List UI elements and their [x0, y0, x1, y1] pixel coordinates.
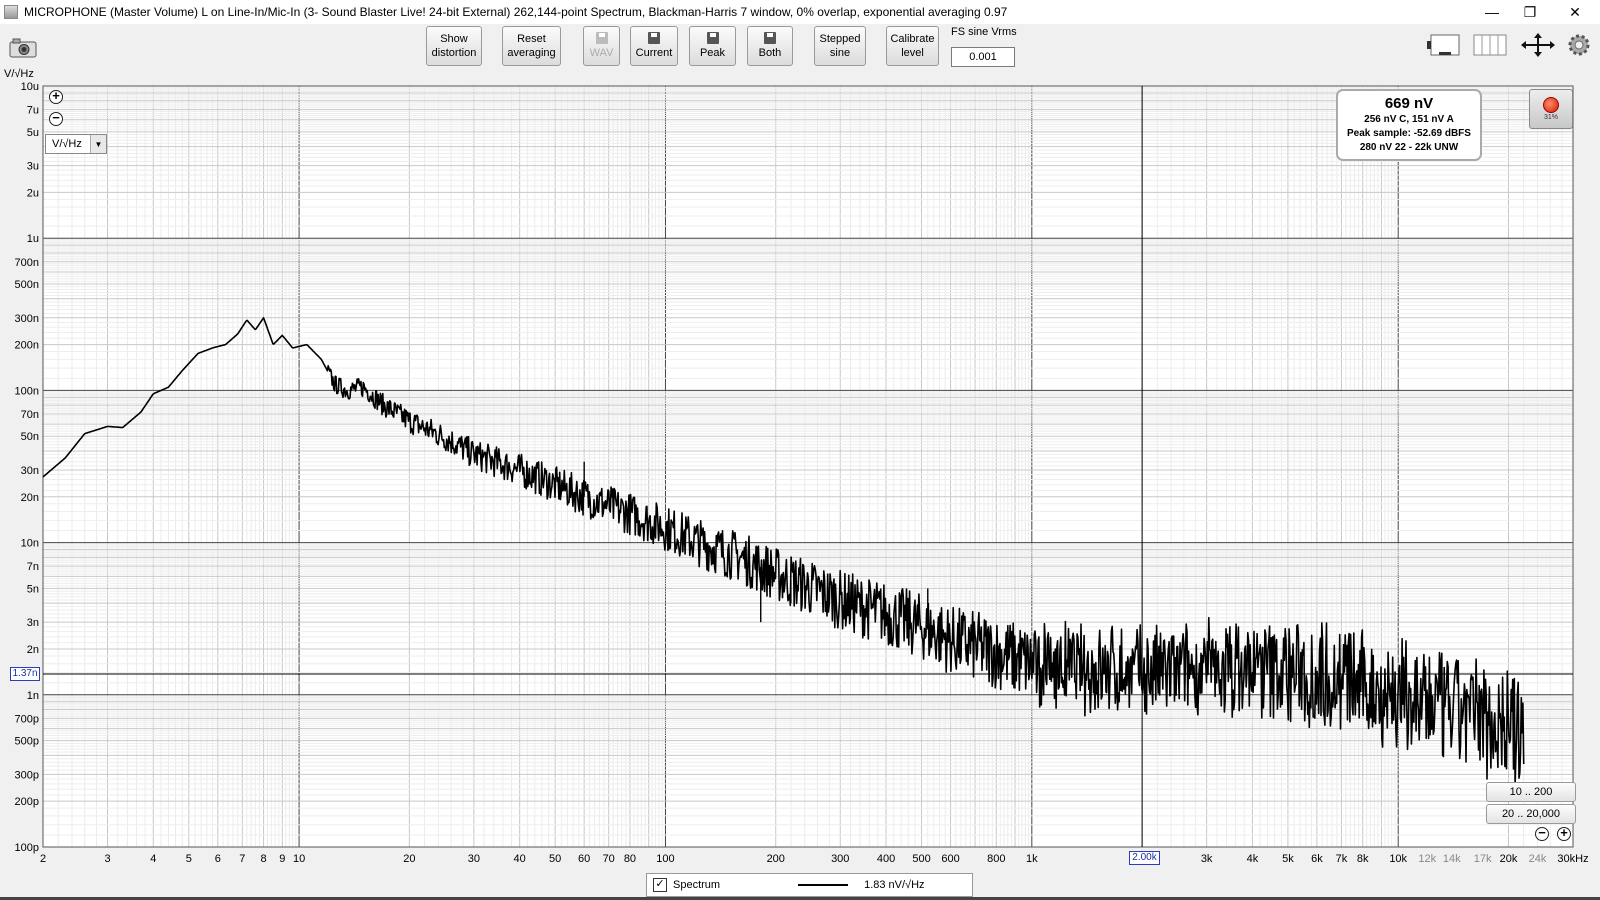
x-tick-label: 7 [239, 853, 245, 865]
x-tick-label: 4 [150, 853, 156, 865]
zoom-out-icon[interactable]: − [49, 111, 63, 126]
x-zoom-in-icon[interactable]: + [1557, 826, 1571, 841]
y-tick-label: 2u [27, 187, 39, 199]
y-tick-label: 70n [21, 409, 39, 421]
x-tick-label: 800 [987, 853, 1005, 865]
x-tick-label: 60 [578, 853, 590, 865]
x-tick-label: 6k [1311, 853, 1323, 865]
y-tick-label: 700p [15, 713, 39, 725]
x-tick-label: 30kHz [1557, 853, 1588, 865]
y-tick-label: 3n [27, 617, 39, 629]
x-tick-label: 8 [261, 853, 267, 865]
x-tick-label: 10k [1389, 853, 1407, 865]
range-10-200-button[interactable]: 10 .. 200 [1486, 782, 1576, 802]
x-tick-label: 5k [1282, 853, 1294, 865]
y-tick-label: 1u [27, 233, 39, 245]
x-tick-label: 9 [279, 853, 285, 865]
y-tick-label: 5u [27, 127, 39, 139]
x-tick-label: 6 [215, 853, 221, 865]
x-tick-label: 10 [293, 853, 305, 865]
legend: ✓ Spectrum 1.83 nV/√Hz [646, 873, 973, 897]
legend-line [798, 884, 849, 886]
y-tick-label: 10n [21, 538, 39, 550]
y-tick-label: 500n [15, 279, 39, 291]
unit-select[interactable]: V/√Hz ▼ [45, 134, 107, 154]
y-tick-label: 7n [27, 561, 39, 573]
y-tick-label: 20n [21, 492, 39, 504]
x-tick-label: 400 [877, 853, 895, 865]
legend-series-name: Spectrum [673, 879, 721, 891]
x-tick-label: 20 [403, 853, 415, 865]
range-20-20000-button[interactable]: 20 .. 20,000 [1486, 804, 1576, 824]
x-tick-label: 300 [831, 853, 849, 865]
unit-select-value: V/√Hz [52, 138, 82, 150]
y-tick-label: 3u [27, 161, 39, 173]
x-tick-label: 200 [767, 853, 785, 865]
x-tick-label: 3 [104, 853, 110, 865]
x-tick-label: 2 [40, 853, 46, 865]
x-tick-label: 50 [549, 853, 561, 865]
readout-main: 669 nV [1384, 95, 1434, 112]
x-tick-label: 500 [912, 853, 930, 865]
x-tick-label: 1k [1026, 853, 1038, 865]
readout-line-3: 280 nV 22 - 22k UNW [1359, 142, 1459, 153]
cpu-percent: 31% [1543, 114, 1558, 121]
x-tick-label: 12k [1418, 853, 1436, 865]
cursor-y-label[interactable]: 1.37n [10, 667, 40, 681]
y-tick-label: 200p [15, 796, 39, 808]
y-tick-label: 100p [15, 842, 39, 854]
x-tick-label: 5 [186, 853, 192, 865]
level-readout: 669 nV 256 nV C, 151 nV A Peak sample: -… [1336, 89, 1482, 161]
x-tick-label: 8k [1357, 853, 1369, 865]
y-tick-label: 500p [15, 736, 39, 748]
x-tick-label: 30 [468, 853, 480, 865]
x-tick-label: 3k [1201, 853, 1213, 865]
chevron-down-icon: ▼ [90, 135, 106, 153]
record-button[interactable]: 31% [1529, 89, 1573, 129]
x-tick-label: 4k [1247, 853, 1259, 865]
y-tick-label: 50n [21, 431, 39, 443]
record-icon [1543, 97, 1559, 113]
x-tick-label: 17k [1474, 853, 1492, 865]
x-tick-label: 100 [656, 853, 674, 865]
spectrum-checkbox[interactable]: ✓ [653, 878, 667, 892]
y-tick-label: 7u [27, 105, 39, 117]
y-tick-label: 200n [15, 340, 39, 352]
readout-line-2: Peak sample: -52.69 dBFS [1347, 128, 1471, 139]
y-tick-label: 1n [27, 690, 39, 702]
y-tick-label: 300p [15, 769, 39, 781]
y-tick-label: 100n [15, 385, 39, 397]
x-tick-label: 600 [941, 853, 959, 865]
x-tick-label: 80 [624, 853, 636, 865]
y-tick-label: 30n [21, 465, 39, 477]
zoom-in-icon[interactable]: + [49, 89, 63, 104]
x-tick-label: 7k [1336, 853, 1348, 865]
x-tick-label: 20k [1500, 853, 1518, 865]
x-tick-label: 40 [514, 853, 526, 865]
x-tick-label: 24k [1529, 853, 1547, 865]
y-tick-label: 300n [15, 313, 39, 325]
y-tick-label: 10u [21, 81, 39, 93]
legend-value: 1.83 nV/√Hz [864, 879, 925, 891]
cursor-x-label[interactable]: 2.00k [1129, 851, 1160, 865]
x-zoom-out-icon[interactable]: − [1535, 826, 1549, 841]
readout-line-1: 256 nV C, 151 nV A [1364, 114, 1454, 125]
y-tick-label: 5n [27, 583, 39, 595]
y-tick-label: 700n [15, 257, 39, 269]
y-tick-label: 2n [27, 644, 39, 656]
x-tick-label: 14k [1443, 853, 1461, 865]
x-tick-label: 70 [603, 853, 615, 865]
